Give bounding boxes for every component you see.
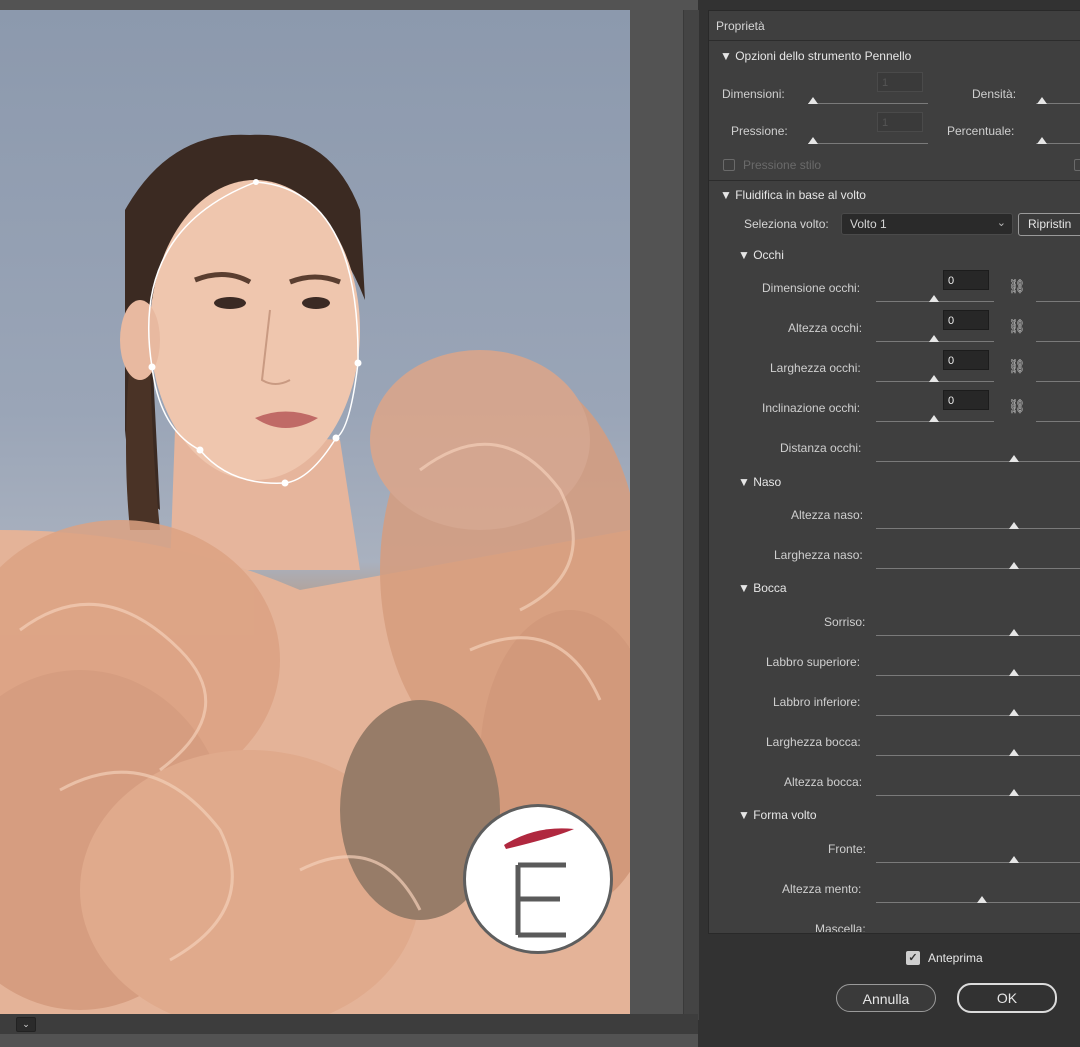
preview-checkbox[interactable]: ✓ <box>906 951 920 965</box>
pressione-label: Pressione: <box>731 124 788 138</box>
pressione-stilo-label: Pressione stilo <box>743 158 822 172</box>
forehead-label: Fronte: <box>828 842 867 856</box>
pressione-stilo-checkbox[interactable] <box>723 159 735 171</box>
smile-slider-thumb[interactable] <box>1009 629 1019 636</box>
mouth-width-label: Larghezza bocca: <box>766 735 861 749</box>
link-icon[interactable]: ⛓ <box>1008 318 1026 335</box>
pressione-slider-thumb[interactable] <box>808 137 818 144</box>
mouth-height-slider-thumb[interactable] <box>1009 789 1019 796</box>
select-face-dropdown[interactable]: Volto 1 ⌄ <box>841 213 1013 235</box>
cancel-button[interactable]: Annulla <box>836 984 936 1012</box>
densita-slider-thumb[interactable] <box>1037 97 1047 104</box>
eye-tilt-label: Inclinazione occhi: <box>762 401 861 415</box>
upper-lip-slider-thumb[interactable] <box>1009 669 1019 676</box>
link-icon[interactable]: ⛓ <box>1008 358 1026 375</box>
percentuale-label: Percentuale: <box>947 124 1015 138</box>
dimensioni-slider-track[interactable] <box>808 103 928 104</box>
select-face-value: Volto 1 <box>850 217 887 231</box>
eye-size-right-track[interactable] <box>1036 301 1080 302</box>
smile-slider-track[interactable] <box>876 635 1080 636</box>
mouth-height-label: Altezza bocca: <box>784 775 863 789</box>
pressione-field[interactable]: 1 <box>877 112 923 132</box>
face-shape-section[interactable]: ▼ Forma volto <box>738 808 817 822</box>
vertical-scrollbar[interactable] <box>683 10 699 1020</box>
nose-height-slider-track[interactable] <box>876 528 1080 529</box>
status-bar <box>0 1014 698 1034</box>
dimensioni-slider-thumb[interactable] <box>808 97 818 104</box>
eye-tilt-field[interactable]: 0 <box>943 390 989 410</box>
eye-height-right-track[interactable] <box>1036 341 1080 342</box>
densita-label: Densità: <box>972 87 1017 101</box>
face-aware-section[interactable]: ▼ Fluidifica in base al volto <box>720 188 866 202</box>
dimensioni-label: Dimensioni: <box>722 87 785 101</box>
forehead-slider-track[interactable] <box>876 862 1080 863</box>
pressione-slider-track[interactable] <box>808 143 928 144</box>
preview-label: Anteprima <box>928 951 983 965</box>
eye-width-label: Larghezza occhi: <box>770 361 861 375</box>
eye-distance-label: Distanza occhi: <box>780 441 862 455</box>
eye-size-label: Dimensione occhi: <box>762 281 861 295</box>
chevron-down-icon: ⌄ <box>996 217 1006 229</box>
mouth-width-slider-thumb[interactable] <box>1009 749 1019 756</box>
eye-width-right-track[interactable] <box>1036 381 1080 382</box>
chin-height-label: Altezza mento: <box>782 882 862 896</box>
mouth-height-slider-track[interactable] <box>876 795 1080 796</box>
jaw-row: Mascella: <box>709 918 1080 932</box>
lower-lip-label: Labbro inferiore: <box>773 695 861 709</box>
divider <box>709 40 1080 41</box>
jaw-label: Mascella: <box>815 922 866 932</box>
nose-section[interactable]: ▼ Naso <box>738 475 781 489</box>
nose-width-label: Larghezza naso: <box>774 548 863 562</box>
eye-height-slider-thumb[interactable] <box>929 335 939 342</box>
eye-height-field[interactable]: 0 <box>943 310 989 330</box>
brush-options-section[interactable]: ▼ Opzioni dello strumento Pennello <box>720 49 911 63</box>
lower-lip-slider-thumb[interactable] <box>1009 709 1019 716</box>
eye-size-field[interactable]: 0 <box>943 270 989 290</box>
ok-button[interactable]: OK <box>957 983 1057 1013</box>
select-face-label: Seleziona volto: <box>744 217 829 231</box>
extra-checkbox[interactable] <box>1074 159 1080 171</box>
smile-label: Sorriso: <box>824 615 866 629</box>
nose-height-slider-thumb[interactable] <box>1009 522 1019 529</box>
eye-distance-slider-track[interactable] <box>876 461 1080 462</box>
preview-image[interactable] <box>0 10 630 1014</box>
dimensioni-field[interactable]: 1 <box>877 72 923 92</box>
eye-width-slider-thumb[interactable] <box>929 375 939 382</box>
upper-lip-label: Labbro superiore: <box>766 655 861 669</box>
eye-width-field[interactable]: 0 <box>943 350 989 370</box>
chin-height-slider-thumb[interactable] <box>977 896 987 903</box>
eye-tilt-slider-thumb[interactable] <box>929 415 939 422</box>
lower-lip-slider-track[interactable] <box>876 715 1080 716</box>
reset-button[interactable]: Ripristin <box>1018 213 1080 236</box>
eye-tilt-right-track[interactable] <box>1036 421 1080 422</box>
eye-distance-slider-thumb[interactable] <box>1009 455 1019 462</box>
eye-size-slider-thumb[interactable] <box>929 295 939 302</box>
link-icon[interactable]: ⛓ <box>1008 398 1026 415</box>
panel-title: Proprietà <box>716 19 765 33</box>
mouth-section[interactable]: ▼ Bocca <box>738 581 787 595</box>
percentuale-slider-thumb[interactable] <box>1037 137 1047 144</box>
eye-height-label: Altezza occhi: <box>788 321 863 335</box>
nose-height-label: Altezza naso: <box>791 508 864 522</box>
mouth-width-slider-track[interactable] <box>876 755 1080 756</box>
eyes-section[interactable]: ▼ Occhi <box>738 248 784 262</box>
nose-width-slider-thumb[interactable] <box>1009 562 1019 569</box>
zoom-dropdown[interactable]: ⌄ <box>16 1017 36 1032</box>
forehead-slider-thumb[interactable] <box>1009 856 1019 863</box>
upper-lip-slider-track[interactable] <box>876 675 1080 676</box>
nose-width-slider-track[interactable] <box>876 568 1080 569</box>
brand-logo <box>463 804 613 954</box>
divider <box>709 180 1080 181</box>
link-icon[interactable]: ⛓ <box>1008 278 1026 295</box>
